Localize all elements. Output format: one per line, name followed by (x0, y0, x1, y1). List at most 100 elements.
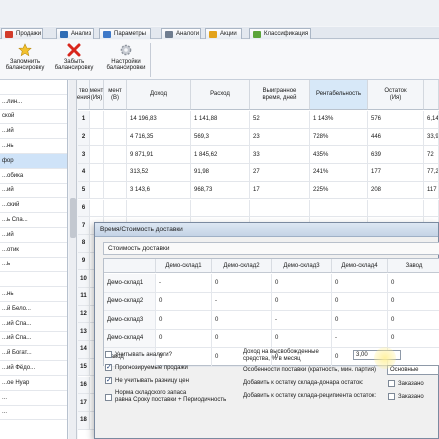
classification-icon (253, 30, 261, 38)
list-item[interactable]: ...ь (0, 258, 67, 273)
tab-classification[interactable]: Классификация (249, 28, 311, 39)
norm-checkbox[interactable] (105, 393, 112, 401)
table-cell: 6 (78, 199, 90, 217)
header-expense[interactable]: Расход (191, 80, 250, 110)
header-stock[interactable]: Остаток (Ия) (368, 80, 424, 110)
list-item[interactable]: ... (0, 391, 67, 406)
analogs-option[interactable]: Учитывать аналоги? (105, 351, 172, 358)
table-cell (191, 199, 250, 217)
matrix-cost-cell[interactable]: 0 (332, 292, 388, 310)
list-item[interactable]: ...ий (0, 184, 67, 199)
donor-ordered-checkbox[interactable] (388, 380, 395, 387)
list-item[interactable]: ...нь (0, 139, 67, 154)
list-item[interactable]: ...ий (0, 124, 67, 140)
list-item[interactable]: ской (0, 110, 67, 125)
list-item[interactable]: ...отик (0, 243, 67, 258)
table-row[interactable]: 2 4 716,35 569,3 23 728% 446 33,9 (78, 128, 439, 147)
list-item[interactable]: ...лин... (0, 95, 67, 110)
delivery-dialog: Время/Стоимость доставки Стоимость доста… (94, 222, 439, 439)
matrix-cost-cell[interactable]: 0 (332, 311, 388, 329)
table-row[interactable]: 5 3 143,6 968,73 17 225% 208 117 (78, 181, 439, 200)
tab-promos[interactable]: Акции (205, 28, 242, 39)
matrix-cost-cell[interactable]: 0 (272, 292, 332, 310)
table-row[interactable]: 3 9 871,91 1 845,62 33 435% 639 72 (78, 146, 439, 165)
matrix-cost-cell[interactable]: - (212, 292, 272, 310)
header-col-1[interactable]: тво ения (77, 80, 90, 110)
table-cell: 27 (250, 164, 310, 181)
matrix-cost-cell[interactable]: - (272, 311, 332, 329)
matrix-header: Демо-склад4 (332, 259, 388, 273)
list-item[interactable]: ...ий Спа... (0, 317, 67, 332)
norm-option[interactable]: Норма складского запаса равна Сроку пост… (105, 390, 226, 404)
table-cell (90, 128, 104, 146)
red-x-icon (67, 43, 81, 57)
table-cell (90, 146, 104, 164)
matrix-cost-cell[interactable]: 0 (156, 292, 212, 310)
list-item[interactable]: ...ое Нуар (0, 376, 67, 391)
forecast-option[interactable]: Прогнозируемые продажи (105, 363, 188, 371)
matrix-cost-cell[interactable]: 0 (212, 329, 272, 347)
table-cell: 72 (424, 146, 439, 164)
table-row[interactable]: 6 (78, 199, 439, 218)
list-item[interactable]: ...й Белo... (0, 302, 67, 317)
recipient-ordered-option[interactable]: Заказано (388, 393, 424, 400)
header-income[interactable]: Доход (127, 80, 191, 110)
table-cell: 8 (78, 234, 90, 252)
tab-sales[interactable]: Продажи (1, 28, 43, 39)
supply-select[interactable]: Основные (387, 365, 439, 375)
balancing-settings-button[interactable]: Настройки балансировки (104, 43, 148, 77)
matrix-header (104, 259, 156, 273)
matrix-cost-cell[interactable]: 0 (388, 311, 439, 329)
header-col-3[interactable]: мент (В) (104, 80, 127, 110)
header-profitability[interactable]: Рентабельность (310, 80, 368, 110)
list-item[interactable]: ... (0, 406, 67, 421)
matrix-cost-cell[interactable]: 0 (156, 329, 212, 347)
forget-balancing-button[interactable]: Забыть балансировку (52, 43, 96, 77)
matrix-cost-cell[interactable]: 0 (272, 274, 332, 292)
list-item[interactable]: ...ский (0, 198, 67, 214)
matrix-cost-cell[interactable]: 0 (388, 293, 439, 311)
recipient-ordered-checkbox[interactable] (388, 393, 395, 400)
list-item[interactable]: ...ь Спа... (0, 213, 67, 228)
ignore-price-checkbox[interactable] (105, 376, 112, 384)
tab-analogs[interactable]: Аналоги (161, 28, 201, 39)
list-item[interactable]: ...й Богат... (0, 346, 67, 362)
matrix-row: Демо-склад1-0 0 0 0 (104, 274, 439, 293)
list-item[interactable]: ...ий (0, 228, 67, 243)
table-cell (127, 199, 191, 217)
list-item[interactable] (0, 272, 67, 288)
tab-analysis[interactable]: Анализ (56, 28, 94, 39)
table-cell: 313,52 (127, 164, 191, 181)
table-cell: 225% (310, 181, 368, 199)
forecast-checkbox[interactable] (105, 363, 112, 371)
ignore-price-option[interactable]: Не учитывать разницу цен (105, 376, 189, 384)
donor-label: Добавить к остатку склада-донара остаток… (243, 380, 364, 386)
remember-balancing-button[interactable]: Запомнить балансировку (4, 43, 46, 77)
matrix-cost-cell[interactable]: 0 (388, 274, 439, 292)
products-list-scrollbar[interactable] (69, 80, 77, 439)
table-row[interactable]: 4 313,52 91,98 27 241% 177 77,2 (78, 164, 439, 182)
table-row[interactable]: 1 14 196,83 1 141,88 52 1 143% 576 6,14 (78, 111, 439, 129)
analogs-checkbox[interactable] (105, 351, 112, 358)
matrix-cost-cell[interactable]: 0 (388, 330, 439, 348)
matrix-cost-cell[interactable]: 0 (272, 329, 332, 347)
donor-ordered-option[interactable]: Заказано (388, 380, 424, 387)
list-item[interactable] (0, 80, 67, 95)
matrix-cost-cell[interactable]: 0 (212, 311, 272, 329)
header-days-gained[interactable]: Выигранное время, дней (250, 80, 310, 110)
header-extra[interactable] (424, 80, 439, 110)
header-col-2[interactable]: мент (Ия) (90, 80, 104, 110)
list-item[interactable]: фор (0, 153, 67, 169)
matrix-cost-cell[interactable]: - (332, 329, 388, 347)
list-item[interactable]: ...нь (0, 287, 67, 302)
list-item[interactable]: ...ий Фёдо... (0, 361, 67, 376)
matrix-cost-cell[interactable]: 0 (212, 274, 272, 292)
scrollbar-thumb[interactable] (70, 198, 76, 238)
matrix-cost-cell[interactable]: 0 (332, 274, 388, 292)
matrix-cost-cell[interactable]: - (156, 274, 212, 292)
tab-parameters[interactable]: Параметры (99, 28, 151, 39)
matrix-cost-cell[interactable]: 0 (156, 311, 212, 329)
table-cell: 2 (78, 128, 90, 146)
list-item[interactable]: ...ий Спа... (0, 332, 67, 347)
list-item[interactable]: ...обика (0, 169, 67, 184)
